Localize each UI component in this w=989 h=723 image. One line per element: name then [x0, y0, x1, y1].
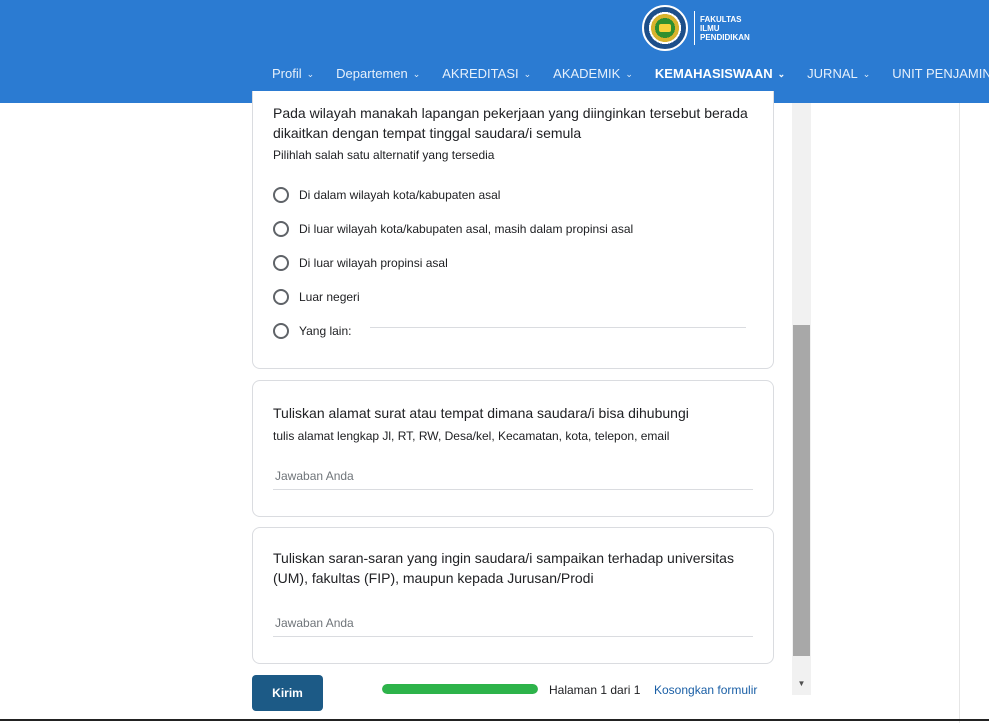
nav-item-departemen[interactable]: Departemen ⌄ — [336, 66, 420, 81]
suggestions-answer-input[interactable] — [273, 609, 753, 637]
chevron-down-icon: ⌄ — [306, 69, 315, 79]
question-card-suggestions: Tuliskan saran-saran yang ingin saudara/… — [252, 527, 774, 664]
radio-label: Di dalam wilayah kota/kabupaten asal — [299, 188, 501, 202]
progress-bar-fill — [382, 684, 538, 694]
question-title: Tuliskan saran-saran yang ingin saudara/… — [273, 550, 734, 586]
page-indicator: Halaman 1 dari 1 — [549, 683, 641, 697]
nav-item-unit-penjaminan[interactable]: UNIT PENJAMINAN — [892, 66, 989, 81]
radio-label: Di luar wilayah kota/kabupaten asal, mas… — [299, 222, 634, 236]
question-description: tulis alamat lengkap Jl, RT, RW, Desa/ke… — [273, 429, 670, 443]
logo-line-3: PENDIDIKAN — [700, 32, 750, 42]
question-title: Tuliskan alamat surat atau tempat dimana… — [273, 405, 689, 421]
nav-label: UNIT PENJAMINAN — [892, 66, 989, 81]
chevron-down-icon: ⌄ — [625, 69, 633, 79]
radio-button[interactable] — [273, 255, 289, 271]
logo-line-2: ILMU — [700, 23, 720, 33]
chevron-down-icon: ⌄ — [523, 69, 532, 79]
question-card-work-region: Pada wilayah manakah lapangan pekerjaan … — [252, 91, 774, 369]
bottom-border — [0, 719, 989, 721]
nav-item-kemahasiswaan[interactable]: KEMAHASISWAAN ⌄ — [655, 66, 785, 81]
page-divider — [959, 103, 960, 723]
nav-label: KEMAHASISWAAN — [654, 66, 773, 81]
nav-item-jurnal[interactable]: JURNAL ⌄ — [807, 66, 870, 81]
radio-option[interactable]: Di luar wilayah propinsi asal — [273, 253, 448, 273]
logo-divider — [694, 11, 695, 45]
radio-option[interactable]: Di luar wilayah kota/kabupaten asal, mas… — [273, 219, 633, 239]
progress-bar — [382, 684, 538, 694]
form-scrollbar[interactable]: ▼ — [792, 103, 811, 695]
chevron-down-icon: ⌄ — [777, 69, 786, 79]
nav-label: AKADEMIK — [553, 66, 621, 81]
main-nav: Profil ⌄ Departemen ⌄ AKREDITASI ⌄ AKADE… — [272, 66, 989, 81]
logo-line-1: FAKULTAS — [700, 14, 742, 24]
radio-label: Luar negeri — [299, 290, 360, 304]
scrollbar-thumb[interactable] — [793, 325, 810, 656]
nav-item-profil[interactable]: Profil ⌄ — [272, 66, 314, 81]
radio-label: Yang lain: — [299, 324, 352, 338]
radio-option-other[interactable]: Yang lain: — [273, 321, 351, 341]
nav-label: Departemen — [336, 66, 408, 81]
site-header: FAKULTAS ILMU PENDIDIKAN Profil ⌄ Depart… — [0, 0, 989, 103]
university-emblem-icon — [642, 5, 688, 51]
question-card-address: Tuliskan alamat surat atau tempat dimana… — [252, 380, 774, 517]
nav-label: JURNAL — [807, 66, 858, 81]
radio-label: Di luar wilayah propinsi asal — [299, 256, 448, 270]
chevron-down-icon: ⌄ — [862, 69, 871, 79]
form-content: Pada wilayah manakah lapangan pekerjaan … — [0, 91, 989, 723]
question-title: Pada wilayah manakah lapangan pekerjaan … — [273, 105, 748, 141]
radio-button[interactable] — [273, 187, 289, 203]
question-description: Pilihlah salah satu alternatif yang ters… — [273, 148, 495, 162]
other-text-input[interactable] — [370, 327, 746, 328]
faculty-logo[interactable]: FAKULTAS ILMU PENDIDIKAN — [642, 5, 750, 51]
submit-button[interactable]: Kirim — [252, 675, 323, 711]
nav-item-akreditasi[interactable]: AKREDITASI ⌄ — [442, 66, 531, 81]
radio-button[interactable] — [273, 221, 289, 237]
nav-item-akademik[interactable]: AKADEMIK ⌄ — [553, 66, 633, 81]
radio-option[interactable]: Di dalam wilayah kota/kabupaten asal — [273, 185, 500, 205]
radio-button[interactable] — [273, 289, 289, 305]
scroll-down-arrow-icon[interactable]: ▼ — [792, 673, 811, 693]
chevron-down-icon: ⌄ — [412, 69, 421, 79]
nav-label: AKREDITASI — [442, 66, 519, 81]
radio-button[interactable] — [273, 323, 289, 339]
radio-option[interactable]: Luar negeri — [273, 287, 360, 307]
nav-label: Profil — [272, 66, 302, 81]
logo-text: FAKULTAS ILMU PENDIDIKAN — [700, 15, 750, 42]
clear-form-link[interactable]: Kosongkan formulir — [654, 683, 757, 697]
address-answer-input[interactable] — [273, 462, 753, 490]
